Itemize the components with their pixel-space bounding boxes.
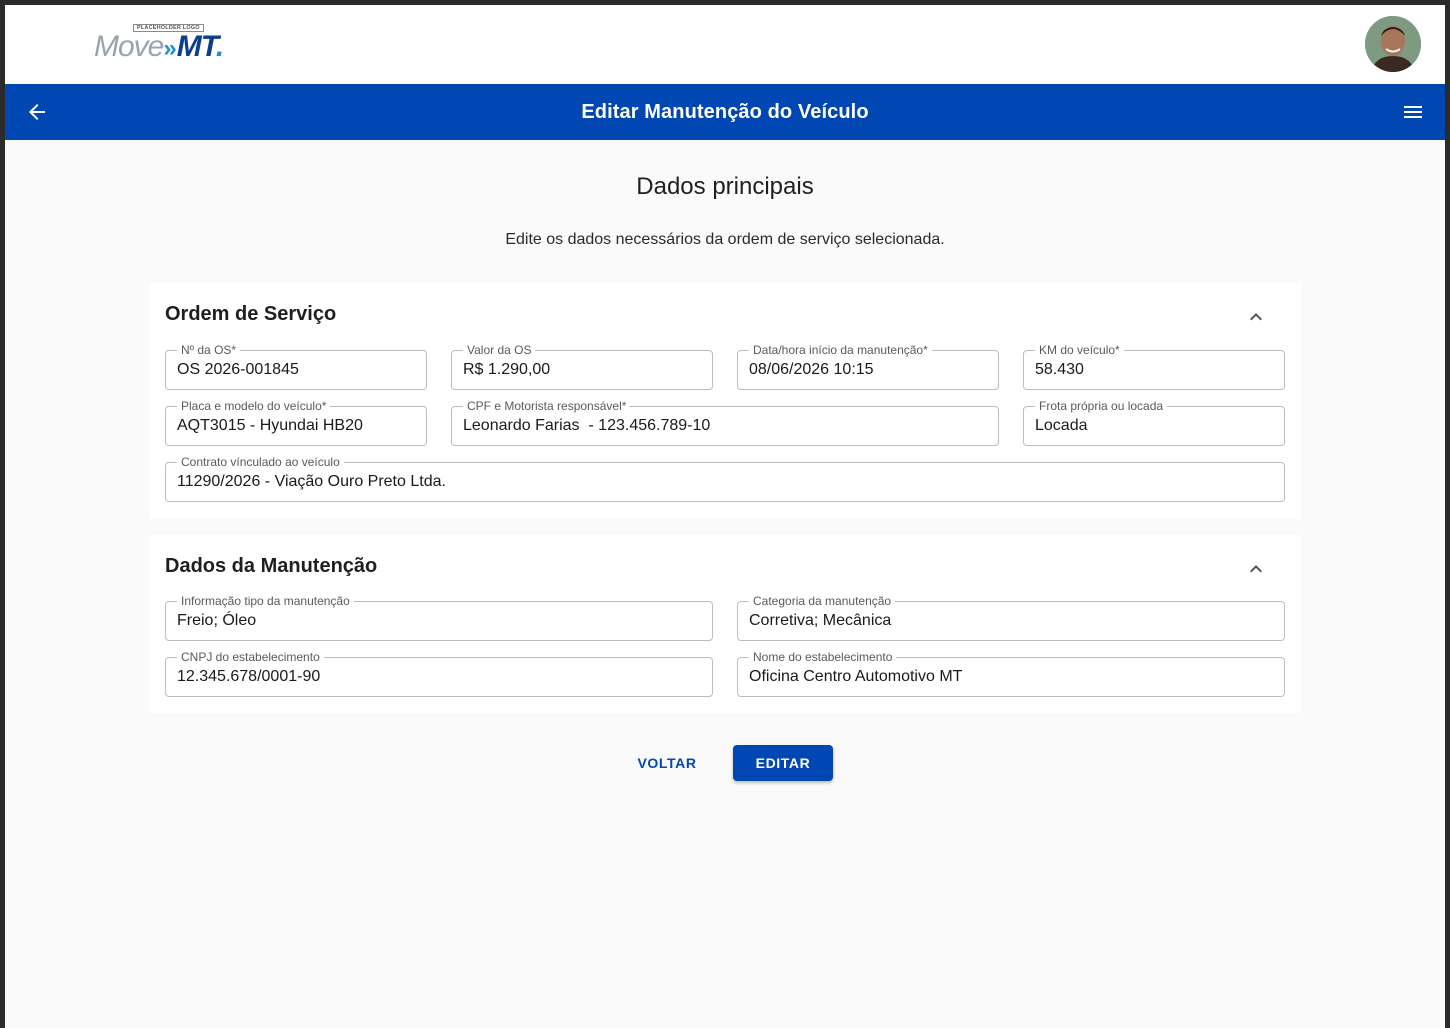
valor-os-value: R$ 1.290,00 xyxy=(463,361,551,378)
nome-estabelecimento-label: Nome do estabelecimento xyxy=(749,651,897,664)
placa-modelo-value: AQT3015 - Hyundai HB20 xyxy=(177,417,363,434)
tipo-manutencao-field[interactable]: Informação tipo da manutenção Freio; Óle… xyxy=(165,595,713,641)
section-heading: Dados principais xyxy=(636,173,814,200)
app-window: PLACEHOLDER LOGO Move» MT. Editar Manuten… xyxy=(5,5,1445,1028)
categoria-manutencao-value: Corretiva; Mecânica xyxy=(749,612,892,629)
ordem-servico-title: Ordem de Serviço xyxy=(165,303,337,325)
numero-os-value: OS 2026-001845 xyxy=(177,361,299,378)
contrato-label: Contrato vínculado ao veículo xyxy=(177,456,344,469)
avatar-photo-icon xyxy=(1365,16,1421,72)
frota-field[interactable]: Frota própria ou locada Locada xyxy=(1023,400,1285,446)
logo-move-text: Move xyxy=(94,30,164,63)
km-veiculo-field[interactable]: KM do veículo* 58.430 xyxy=(1023,344,1285,390)
editar-button[interactable]: EDITAR xyxy=(733,745,833,781)
logo-wordmark: Move» MT. xyxy=(94,30,224,64)
page-title: Editar Manutenção do Veículo xyxy=(581,101,869,123)
categoria-manutencao-field[interactable]: Categoria da manutenção Corretiva; Mecân… xyxy=(737,595,1285,641)
logo-dot: . xyxy=(215,30,224,63)
menu-button[interactable] xyxy=(1401,100,1425,124)
motorista-value: Leonardo Farias - 123.456.789-10 xyxy=(463,417,711,434)
logo-chevrons: » xyxy=(163,35,177,62)
motorista-field[interactable]: CPF e Motorista responsável* Leonardo Fa… xyxy=(451,400,999,446)
frota-label: Frota própria ou locada xyxy=(1035,400,1168,413)
collapse-dados-manutencao-button[interactable] xyxy=(1244,557,1268,581)
km-veiculo-value: 58.430 xyxy=(1035,361,1084,378)
valor-os-field[interactable]: Valor da OS R$ 1.290,00 xyxy=(451,344,713,390)
top-header: PLACEHOLDER LOGO Move» MT. xyxy=(5,5,1445,84)
movemt-logo[interactable]: PLACEHOLDER LOGO Move» MT. xyxy=(94,22,244,66)
app-bar: Editar Manutenção do Veículo xyxy=(5,84,1445,140)
contrato-value: 11290/2026 - Viação Ouro Preto Ltda. xyxy=(177,473,446,490)
tipo-manutencao-value: Freio; Óleo xyxy=(177,612,257,629)
data-inicio-field[interactable]: Data/hora início da manutenção* 08/06/20… xyxy=(737,344,999,390)
contrato-field[interactable]: Contrato vínculado ao veículo 11290/2026… xyxy=(165,456,1285,502)
categoria-manutencao-label: Categoria da manutenção xyxy=(749,595,896,608)
cnpj-value: 12.345.678/0001-90 xyxy=(177,668,321,685)
hamburger-menu-icon xyxy=(1404,106,1422,118)
km-veiculo-label: KM do veículo* xyxy=(1035,344,1124,357)
numero-os-field[interactable]: Nº da OS* OS 2026-001845 xyxy=(165,344,427,390)
nome-estabelecimento-value: Oficina Centro Automotivo MT xyxy=(749,668,963,685)
data-inicio-label: Data/hora início da manutenção* xyxy=(749,344,932,357)
nome-estabelecimento-field[interactable]: Nome do estabelecimento Oficina Centro A… xyxy=(737,651,1285,697)
numero-os-label: Nº da OS* xyxy=(177,344,241,357)
valor-os-label: Valor da OS xyxy=(463,344,536,357)
frota-value: Locada xyxy=(1035,417,1088,434)
user-avatar[interactable] xyxy=(1365,16,1421,72)
cnpj-label: CNPJ do estabelecimento xyxy=(177,651,324,664)
data-inicio-value: 08/06/2026 10:15 xyxy=(749,361,874,378)
placa-modelo-label: Placa e modelo do veículo* xyxy=(177,400,331,413)
tipo-manutencao-label: Informação tipo da manutenção xyxy=(177,595,354,608)
collapse-ordem-servico-button[interactable] xyxy=(1244,305,1268,329)
chevron-up-icon xyxy=(1250,565,1262,573)
chevron-up-icon xyxy=(1250,313,1262,321)
voltar-button[interactable]: VOLTAR xyxy=(621,745,713,781)
logo-mt-text: MT xyxy=(176,30,217,63)
dados-manutencao-title: Dados da Manutenção xyxy=(165,555,378,577)
ordem-servico-card: Ordem de Serviço Nº da OS* OS 2026-00184… xyxy=(149,283,1301,519)
dados-manutencao-card: Dados da Manutenção Informação tipo da m… xyxy=(149,535,1301,713)
cnpj-field[interactable]: CNPJ do estabelecimento 12.345.678/0001-… xyxy=(165,651,713,697)
placa-modelo-field[interactable]: Placa e modelo do veículo* AQT3015 - Hyu… xyxy=(165,400,427,446)
motorista-label: CPF e Motorista responsável* xyxy=(463,400,631,413)
section-description: Edite os dados necessários da ordem de s… xyxy=(505,231,945,248)
